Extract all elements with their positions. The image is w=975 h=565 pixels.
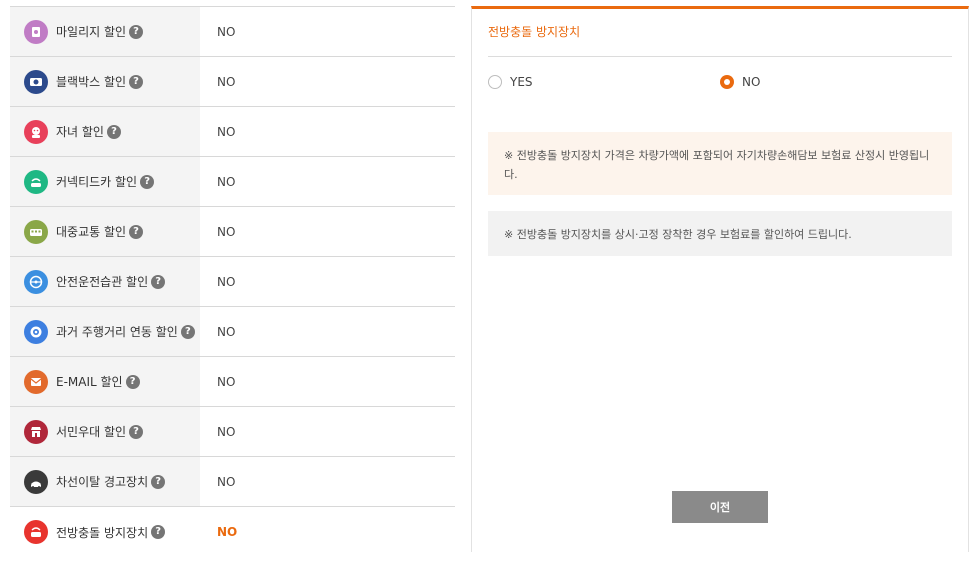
help-icon[interactable]: ? [151,274,166,289]
row-label-cell: 마일리지 할인 ? [10,7,200,56]
row-label: 서민우대 할인 [56,425,127,439]
row-label: E-MAIL 할인 [56,375,123,389]
row-label: 안전운전습관 할인 [56,275,149,289]
blackbox-icon [24,69,48,94]
table-row[interactable]: 차선이탈 경고장치 ? NO [10,457,455,507]
row-value: NO [217,74,236,89]
email-icon [24,369,48,394]
row-value: NO [217,525,238,539]
divider [488,56,952,57]
detail-panel: 전방충돌 방지장치 YES NO ※ 전방충돌 방지장치 가격은 차량가액에 포… [471,6,969,552]
row-label-cell: 과거 주행거리 연동 할인 ? [10,307,200,356]
lane-warning-icon [24,469,48,494]
row-label-cell: 커넥티드카 할인 ? [10,157,200,206]
row-label: 커넥티드카 할인 [56,175,138,189]
yes-radio-label: YES [510,75,533,89]
odometer-icon [24,319,48,344]
row-value: NO [217,424,236,439]
row-value: NO [217,174,236,189]
table-row[interactable]: 대중교통 할인 ? NO [10,207,455,257]
row-label: 마일리지 할인 [56,25,127,39]
row-label: 자녀 할인 [56,125,104,139]
table-row-selected[interactable]: 전방충돌 방지장치 ? NO [10,507,455,557]
bus-icon [24,219,48,244]
collision-warning-icon [24,520,48,544]
row-label-cell: 안전운전습관 할인 ? [10,257,200,306]
row-label-cell: 블랙박스 할인 ? [10,57,200,106]
row-value: NO [217,24,236,39]
row-value: NO [217,374,236,389]
row-label-cell: 서민우대 할인 ? [10,407,200,456]
prev-button[interactable]: 이전 [672,491,768,523]
help-icon[interactable]: ? [125,374,140,389]
row-label-cell: 차선이탈 경고장치 ? [10,457,200,506]
row-label: 과거 주행거리 연동 할인 [56,325,178,339]
table-row[interactable]: 서민우대 할인 ? NO [10,407,455,457]
row-value: NO [217,274,236,289]
no-radio-option[interactable]: NO [720,75,760,89]
row-label: 전방충돌 방지장치 [56,525,149,540]
row-label-cell: E-MAIL 할인 ? [10,357,200,406]
connected-car-icon [24,169,48,194]
shop-icon [24,419,48,444]
no-radio-label: NO [742,75,761,89]
no-radio-button[interactable] [720,75,734,89]
discount-table: 마일리지 할인 ? NO 블랙박스 할인 ? NO 자녀 할인 ? NO 커넥티… [10,6,455,557]
help-icon[interactable]: ? [129,424,144,439]
yes-radio-option[interactable]: YES [488,75,533,89]
price-notice: ※ 전방충돌 방지장치 가격은 차량가액에 포함되어 자기차량손해담보 보험료 … [488,132,952,195]
row-label-cell: 자녀 할인 ? [10,107,200,156]
steering-wheel-icon [24,269,48,294]
help-icon[interactable]: ? [129,224,144,239]
mileage-icon [24,19,48,44]
row-value: NO [217,124,236,139]
table-row[interactable]: 과거 주행거리 연동 할인 ? NO [10,307,455,357]
row-label: 대중교통 할인 [56,225,127,239]
help-icon[interactable]: ? [129,24,144,39]
panel-title: 전방충돌 방지장치 [488,25,581,39]
table-row[interactable]: 블랙박스 할인 ? NO [10,57,455,107]
yes-radio-button[interactable] [488,75,502,89]
row-label-cell: 대중교통 할인 ? [10,207,200,256]
help-icon[interactable]: ? [180,324,195,339]
table-row[interactable]: 안전운전습관 할인 ? NO [10,257,455,307]
table-row[interactable]: E-MAIL 할인 ? NO [10,357,455,407]
child-icon [24,119,48,144]
row-label-cell: 전방충돌 방지장치 ? [10,507,200,557]
row-label: 차선이탈 경고장치 [56,475,149,489]
help-icon[interactable]: ? [129,74,144,89]
row-value: NO [217,324,236,339]
help-icon[interactable]: ? [151,525,166,539]
help-icon[interactable]: ? [106,124,121,139]
table-row[interactable]: 커넥티드카 할인 ? NO [10,157,455,207]
help-icon[interactable]: ? [151,474,166,489]
row-value: NO [217,474,236,489]
discount-notice: ※ 전방충돌 방지장치를 상시·고정 장착한 경우 보험료를 할인하여 드립니다… [488,211,952,256]
table-row[interactable]: 마일리지 할인 ? NO [10,7,455,57]
row-label: 블랙박스 할인 [56,75,127,89]
table-row[interactable]: 자녀 할인 ? NO [10,107,455,157]
row-value: NO [217,224,236,239]
help-icon[interactable]: ? [140,174,155,189]
